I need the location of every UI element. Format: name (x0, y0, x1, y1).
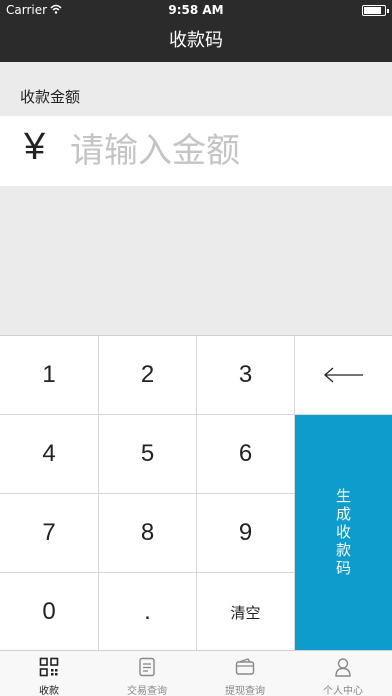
amount-input[interactable] (70, 124, 380, 178)
tab-profile-label: 个人中心 (323, 686, 363, 696)
amount-row: ¥ (0, 116, 392, 186)
status-time: 9:58 AM (168, 3, 224, 17)
person-icon (335, 658, 351, 677)
battery-icon (362, 5, 389, 16)
key-4[interactable]: 4 (0, 415, 99, 494)
key-5[interactable]: 5 (99, 415, 197, 494)
key-0[interactable]: 0 (0, 573, 99, 651)
key-6[interactable]: 6 (197, 415, 295, 494)
key-8[interactable]: 8 (99, 494, 197, 573)
key-1[interactable]: 1 (0, 336, 99, 415)
key-2[interactable]: 2 (99, 336, 197, 415)
tab-collect[interactable]: 收款 (0, 651, 98, 696)
generate-qr-label: 生成收款码 (334, 488, 352, 578)
page-title: 收款码 (169, 30, 223, 51)
key-7[interactable]: 7 (0, 494, 99, 573)
currency-symbol: ¥ (24, 126, 46, 168)
tab-profile[interactable]: 个人中心 (294, 651, 392, 696)
key-dot[interactable]: . (99, 573, 197, 651)
backspace-arrow-icon (323, 367, 363, 383)
qr-code-icon (39, 657, 59, 677)
backspace-key[interactable] (295, 336, 392, 415)
tab-transactions[interactable]: 交易查询 (98, 651, 196, 696)
tab-withdrawals[interactable]: 提现查询 (196, 651, 294, 696)
clear-key[interactable]: 清空 (197, 573, 295, 651)
tab-bar: 收款 交易查询 提现查询 个人中心 (0, 650, 392, 696)
key-3[interactable]: 3 (197, 336, 295, 415)
tab-transactions-label: 交易查询 (127, 686, 167, 696)
generate-qr-button[interactable]: 生成收款码 (295, 415, 392, 651)
keypad: 1 2 3 4 5 6 7 8 9 0 . 清空 生成收款码 (0, 335, 392, 651)
amount-label: 收款金额 (20, 88, 81, 106)
document-icon (139, 657, 155, 677)
status-bar: Carrier 9:58 AM (0, 0, 392, 20)
wallet-card-icon (235, 658, 255, 675)
tab-withdrawals-label: 提现查询 (225, 686, 265, 696)
tab-collect-label: 收款 (39, 686, 59, 696)
key-9[interactable]: 9 (197, 494, 295, 573)
top-bar: Carrier 9:58 AM 收款码 (0, 0, 392, 62)
